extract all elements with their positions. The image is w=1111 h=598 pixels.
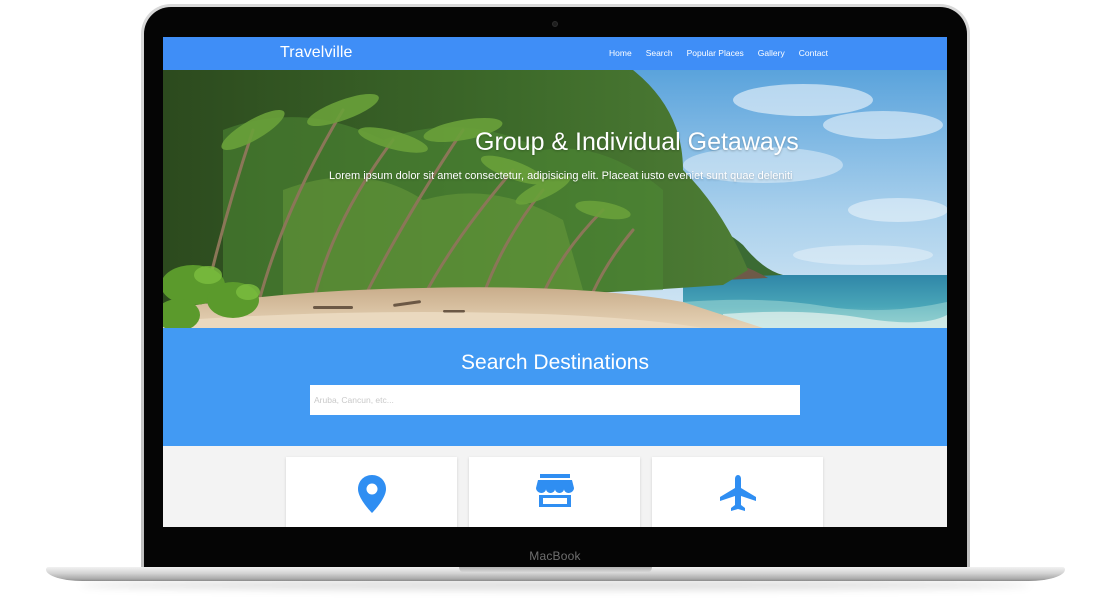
search-title: Search Destinations — [461, 351, 649, 374]
nav-link-popular-places[interactable]: Popular Places — [687, 48, 744, 58]
search-section: Search Destinations — [163, 328, 947, 446]
site-logo[interactable]: Travelville — [280, 44, 353, 62]
hero-beach-image — [163, 70, 947, 328]
feature-card-store[interactable] — [469, 457, 640, 527]
navbar: Travelville Home Search Popular Places G… — [163, 37, 947, 70]
map-marker-icon — [357, 475, 386, 513]
nav-link-home[interactable]: Home — [609, 48, 632, 58]
plane-icon — [719, 475, 756, 511]
destination-search-input[interactable] — [310, 385, 800, 415]
device-brand-label: MacBook — [529, 549, 581, 563]
store-icon — [535, 474, 574, 507]
hero-subtitle: Lorem ipsum dolor sit amet consectetur, … — [329, 170, 793, 182]
laptop-shadow — [80, 580, 1030, 590]
hero-banner: Group & Individual Getaways Lorem ipsum … — [163, 70, 947, 328]
laptop-notch — [459, 567, 652, 573]
nav-menu: Home Search Popular Places Gallery Conta… — [609, 48, 842, 58]
camera-icon — [552, 21, 558, 27]
nav-link-contact[interactable]: Contact — [799, 48, 828, 58]
laptop-screen: Travelville Home Search Popular Places G… — [163, 37, 947, 527]
hero-title: Group & Individual Getaways — [475, 128, 799, 156]
nav-link-search[interactable]: Search — [646, 48, 673, 58]
nav-link-gallery[interactable]: Gallery — [758, 48, 785, 58]
feature-card-flights[interactable] — [652, 457, 823, 527]
feature-cards — [163, 446, 947, 527]
feature-card-location[interactable] — [286, 457, 457, 527]
